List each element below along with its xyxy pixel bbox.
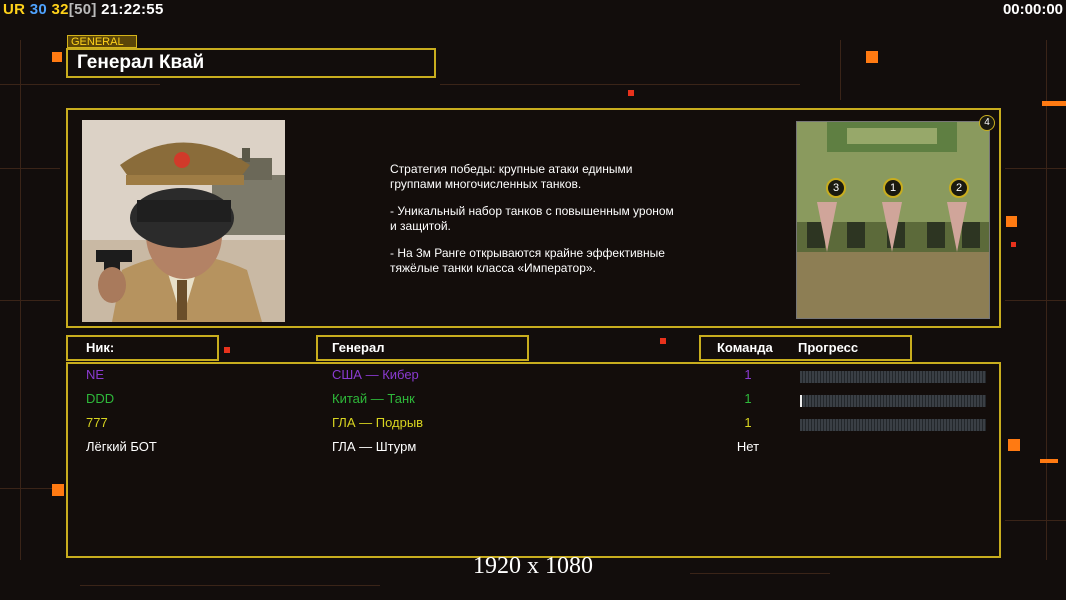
nick-column-header: Ник: — [66, 335, 219, 361]
team-progress-header: Команда Прогресс — [699, 335, 912, 361]
player-team[interactable]: Нет — [708, 439, 788, 454]
nick-header-label: Ник: — [86, 340, 115, 355]
general-column-header: Генерал — [316, 335, 529, 361]
general-info-panel: Стратегия победы: крупные атаки едиными … — [66, 108, 1001, 328]
progress-bar — [800, 419, 986, 431]
resolution-label: 1920 x 1080 — [473, 553, 593, 579]
progress-fill — [800, 395, 802, 407]
ur-label: UR — [3, 1, 26, 18]
player-row[interactable]: NE США — Кибер 1 — [68, 367, 999, 391]
fps-value: 32 — [51, 1, 69, 18]
general-portrait — [82, 120, 285, 322]
player-nick: 777 — [86, 415, 108, 430]
team-header-label: Команда — [717, 340, 773, 355]
player-row[interactable]: DDD Китай — Танк 1 — [68, 391, 999, 415]
player-row[interactable]: 777 ГЛА — Подрыв 1 — [68, 415, 999, 439]
progress-bar — [800, 371, 986, 383]
ping-value: 30 — [29, 1, 48, 18]
spawn-marker: 3 — [826, 178, 846, 198]
description-line: Стратегия победы: крупные атаки едиными … — [390, 162, 633, 191]
player-general[interactable]: США — Кибер — [332, 367, 419, 382]
player-team[interactable]: 1 — [708, 415, 788, 430]
player-nick: NE — [86, 367, 105, 382]
general-tag: GENERAL — [67, 35, 137, 48]
general-header-label: Генерал — [332, 340, 385, 355]
description-line: - На 3м Ранге открываются крайне эффекти… — [390, 246, 665, 275]
progress-header-label: Прогресс — [798, 340, 859, 355]
spawn-marker: 1 — [883, 178, 903, 198]
player-general[interactable]: ГЛА — Подрыв — [332, 415, 423, 430]
spawn-marker: 2 — [949, 178, 969, 198]
hud-stats: UR 30 32[50] 21:22:55 — [3, 1, 164, 18]
strategy-description: Стратегия победы: крупные атаки едиными … — [390, 162, 720, 288]
player-team[interactable]: 1 — [708, 391, 788, 406]
progress-bar — [800, 395, 986, 407]
player-general[interactable]: ГЛА — Штурм — [332, 439, 416, 454]
map-preview[interactable]: 3 1 2 — [796, 121, 990, 319]
match-timer: 00:00:00 — [1002, 1, 1063, 18]
player-general[interactable]: Китай — Танк — [332, 391, 415, 406]
clock: 21:22:55 — [101, 1, 164, 18]
player-nick: DDD — [86, 391, 115, 406]
description-line: - Уникальный набор танков с повышенным у… — [390, 204, 674, 233]
fps-max: [50] — [68, 1, 97, 18]
player-team[interactable]: 1 — [708, 367, 788, 382]
players-list: NE США — Кибер 1 DDD Китай — Танк 1 777 ГЛА — П… — [66, 362, 1001, 558]
player-count-badge: 4 — [979, 115, 995, 131]
player-row[interactable]: Лёгкий БОТ ГЛА — Штурм Нет — [68, 439, 999, 463]
general-name: Генерал Квай — [66, 48, 436, 78]
player-nick: Лёгкий БОТ — [86, 439, 157, 454]
